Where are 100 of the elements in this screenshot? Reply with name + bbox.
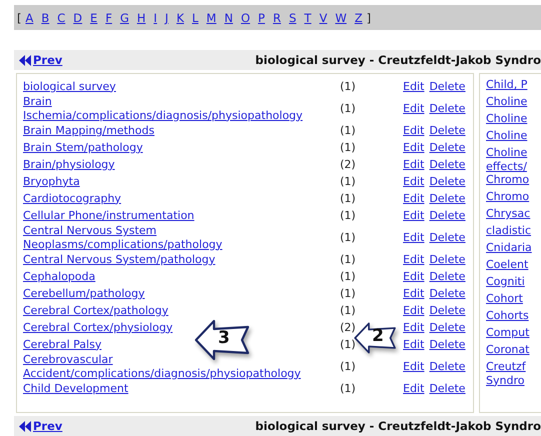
letter-link[interactable]: O	[240, 10, 250, 24]
term-link[interactable]: Brain Mapping/methods	[23, 124, 154, 138]
letter-link[interactable]: K	[176, 10, 184, 24]
term-link[interactable]: Cerebellum/pathology	[23, 286, 145, 300]
edit-link[interactable]: Edit	[403, 252, 424, 266]
delete-link[interactable]: Delete	[429, 304, 466, 318]
edit-link[interactable]: Edit	[403, 304, 424, 318]
letter-link[interactable]: R	[272, 10, 281, 24]
term-link[interactable]: Cerebral Palsy	[23, 338, 102, 352]
term-link[interactable]: biological survey	[23, 80, 116, 94]
count-text: (1)	[340, 270, 356, 283]
edit-link[interactable]: Edit	[403, 208, 424, 222]
letter-link[interactable]: B	[41, 10, 50, 24]
edit-link[interactable]: Edit	[403, 286, 424, 300]
letter-link[interactable]: V	[319, 10, 328, 24]
delete-link[interactable]: Delete	[429, 338, 466, 352]
edit-link[interactable]: Edit	[403, 320, 424, 334]
delete-link[interactable]: Delete	[429, 80, 466, 94]
edit-link[interactable]: Edit	[403, 270, 424, 284]
letter-link[interactable]: W	[335, 10, 347, 24]
term-link[interactable]: Cerebrovascular Accident/complications/diagnosis/physiopathology	[23, 353, 311, 380]
edit-link[interactable]: Edit	[403, 124, 424, 138]
term-link[interactable]: Child Development	[23, 382, 128, 396]
letter-link[interactable]: J	[165, 10, 168, 24]
prev-link[interactable]: Prev	[19, 419, 62, 433]
term-link[interactable]: Cerebral Cortex/pathology	[23, 304, 168, 318]
delete-link[interactable]: Delete	[429, 174, 466, 188]
term-link[interactable]: cladistic	[486, 224, 532, 238]
delete-link[interactable]: Delete	[429, 270, 466, 284]
term-link[interactable]: Cogniti	[486, 275, 525, 288]
prev-link[interactable]: Prev	[19, 53, 62, 67]
term-link[interactable]: Choline	[486, 112, 528, 126]
edit-link[interactable]: Edit	[403, 338, 424, 352]
delete-link[interactable]: Delete	[429, 102, 466, 116]
letter-link[interactable]: N	[224, 10, 233, 24]
delete-link[interactable]: Delete	[429, 208, 466, 222]
term-link[interactable]: Cnidaria	[486, 241, 532, 254]
term-link[interactable]: Brain/physiology	[23, 158, 115, 172]
delete-link[interactable]: Delete	[429, 140, 466, 154]
term-link[interactable]: Creutzf Syndro	[486, 360, 538, 387]
term-link[interactable]: Bryophyta	[23, 174, 80, 188]
letter-link[interactable]: F	[105, 10, 112, 24]
term-link[interactable]: Cerebral Cortex/physiology	[23, 320, 173, 334]
letter-link[interactable]: Z	[354, 10, 362, 24]
count-text: (1)	[340, 174, 356, 188]
letter-link[interactable]: M	[206, 10, 216, 24]
edit-link[interactable]: Edit	[403, 80, 424, 94]
letter-link[interactable]: P	[258, 10, 265, 24]
term-link[interactable]: Brain Stem/pathology	[23, 140, 143, 154]
term-link[interactable]: Comput	[486, 326, 530, 340]
delete-link[interactable]: Delete	[429, 192, 466, 206]
double-arrow-icon	[19, 420, 32, 432]
delete-link[interactable]: Delete	[429, 286, 466, 300]
term-link[interactable]: Chrysac	[486, 207, 530, 220]
letter-link[interactable]: I	[154, 10, 158, 24]
edit-link[interactable]: Edit	[403, 140, 424, 154]
term-link[interactable]: Coronat	[486, 343, 530, 356]
term-link[interactable]: Central Nervous System Neoplasms/complications/pathology	[23, 224, 311, 251]
letter-link[interactable]: T	[304, 10, 312, 24]
letter-link[interactable]: C	[57, 10, 66, 24]
term-link[interactable]: Choline effects/	[486, 146, 538, 173]
delete-link[interactable]: Delete	[429, 158, 466, 172]
term-link[interactable]: Brain Ischemia/complications/diagnosis/physiopathology	[23, 95, 311, 122]
edit-link[interactable]: Edit	[403, 158, 424, 172]
count-text: (1)	[340, 208, 356, 222]
term-link[interactable]: Cardiotocography	[23, 192, 122, 206]
term-link[interactable]: Coelent	[486, 258, 528, 272]
term-link[interactable]: Cohorts	[486, 309, 529, 322]
letter-link[interactable]: L	[192, 10, 198, 24]
edit-link[interactable]: Edit	[403, 192, 424, 206]
edit-link[interactable]: Edit	[403, 382, 424, 396]
term-link[interactable]: Cellular Phone/instrumentation	[23, 208, 194, 222]
term-link[interactable]: Child, P	[486, 78, 528, 92]
delete-link[interactable]: Delete	[429, 252, 466, 266]
term-link[interactable]: Central Nervous System/pathology	[23, 252, 216, 266]
delete-link[interactable]: Delete	[429, 360, 466, 374]
letter-link[interactable]: E	[90, 10, 98, 24]
delete-link[interactable]: Delete	[429, 320, 466, 334]
count-text: (1)	[340, 252, 356, 266]
letter-link[interactable]: H	[136, 10, 146, 24]
term-link[interactable]: Chromo	[486, 173, 530, 186]
callout-arrow	[192, 318, 252, 362]
delete-link[interactable]: Delete	[429, 124, 466, 138]
term-link[interactable]: Choline	[486, 129, 528, 142]
letter-link[interactable]: G	[120, 10, 129, 24]
edit-link[interactable]: Edit	[403, 102, 424, 116]
term-link[interactable]: Chromo	[486, 190, 530, 204]
edit-link[interactable]: Edit	[403, 230, 424, 244]
edit-link[interactable]: Edit	[403, 360, 424, 374]
term-link[interactable]: Cephalopoda	[23, 270, 96, 284]
delete-link[interactable]: Delete	[429, 382, 466, 396]
letter-link[interactable]: D	[73, 10, 82, 24]
term-link[interactable]: Cohort	[486, 292, 523, 306]
letter-link[interactable]: A	[26, 10, 34, 24]
delete-link[interactable]: Delete	[429, 230, 466, 244]
count-text: (1)	[340, 304, 356, 317]
page-title: biological survey - Creutzfeldt-Jakob Syndro	[255, 53, 541, 67]
edit-link[interactable]: Edit	[403, 174, 424, 188]
term-link[interactable]: Choline	[486, 95, 528, 108]
letter-link[interactable]: S	[288, 10, 296, 24]
